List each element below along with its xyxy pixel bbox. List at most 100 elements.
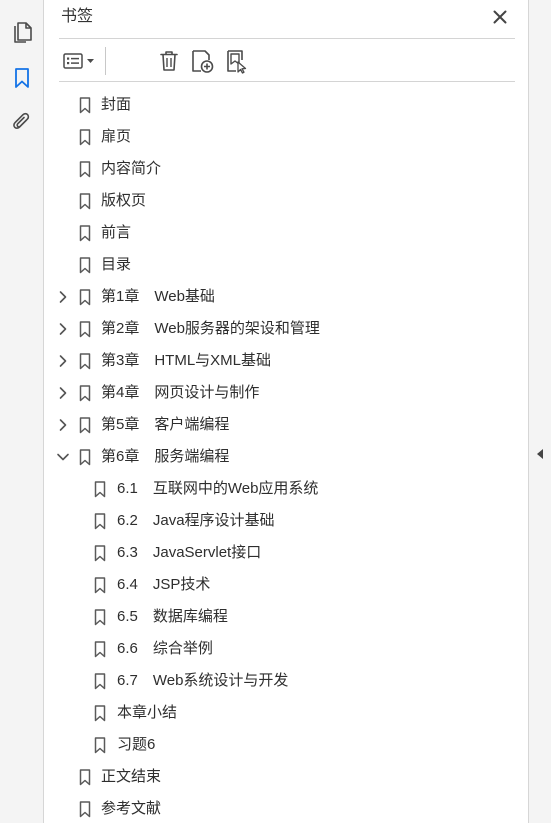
bookmark-item[interactable]: 封面	[45, 89, 528, 121]
bookmark-item[interactable]: 6.5 数据库编程	[45, 601, 528, 633]
bookmark-item[interactable]: 6.3 JavaServlet接口	[45, 537, 528, 569]
bookmark-label: 第4章 网页设计与制作	[101, 384, 260, 401]
expand-toggle[interactable]	[56, 418, 70, 432]
bookmark-item[interactable]: 正文结束	[45, 761, 528, 793]
bookmark-icon	[79, 801, 91, 818]
bookmark-item[interactable]: 6.2 Java程序设计基础	[45, 505, 528, 537]
bookmark-label: 第5章 客户端编程	[101, 416, 230, 433]
navigation-tool-strip	[0, 0, 44, 823]
toolbar-separator	[105, 47, 106, 75]
chevron-down-icon	[57, 453, 69, 461]
bookmark-item[interactable]: 前言	[45, 217, 528, 249]
bookmark-item[interactable]: 扉页	[45, 121, 528, 153]
close-icon	[493, 10, 507, 24]
bookmark-icon	[79, 129, 91, 146]
find-bookmark-icon	[227, 50, 247, 74]
paperclip-icon	[13, 112, 30, 129]
chevron-right-icon	[59, 387, 67, 399]
bookmark-icon	[79, 193, 91, 210]
bookmark-label: 6.2 Java程序设计基础	[117, 512, 275, 529]
bookmark-label: 6.1 互联网中的Web应用系统	[117, 480, 319, 497]
bookmark-label: 6.6 综合举例	[117, 640, 213, 657]
expand-toggle[interactable]	[56, 290, 70, 304]
bookmark-item[interactable]: 6.6 综合举例	[45, 633, 528, 665]
page-thumbnails-button[interactable]	[8, 17, 36, 45]
delete-bookmark-button[interactable]	[154, 46, 184, 76]
bookmark-icon	[94, 705, 106, 722]
bookmark-label: 目录	[101, 256, 132, 273]
bookmark-icon	[79, 353, 91, 370]
bookmark-icon	[94, 481, 106, 498]
bookmark-item[interactable]: 6.7 Web系统设计与开发	[45, 665, 528, 697]
bookmark-tree: 封面扉页内容简介版权页前言目录第1章 Web基础第2章 Web服务器的架设和管理…	[45, 89, 528, 825]
bookmark-label: 6.3 JavaServlet接口	[117, 544, 262, 561]
chevron-right-icon	[59, 323, 67, 335]
bookmark-icon	[15, 68, 29, 88]
panel-header: 书签	[45, 0, 528, 38]
bookmark-item[interactable]: 版权页	[45, 185, 528, 217]
bookmark-item[interactable]: 本章小结	[45, 697, 528, 729]
new-bookmark-icon	[192, 50, 214, 73]
close-panel-button[interactable]	[489, 6, 511, 28]
bookmark-icon	[79, 321, 91, 338]
bookmark-label: 参考文献	[101, 800, 162, 817]
bookmark-item[interactable]: 6.1 互联网中的Web应用系统	[45, 473, 528, 505]
bookmark-icon	[79, 161, 91, 178]
bookmark-item[interactable]: 6.4 JSP技术	[45, 569, 528, 601]
bookmark-icon	[94, 641, 106, 658]
toolbar-divider	[59, 81, 515, 82]
bookmark-label: 第2章 Web服务器的架设和管理	[101, 320, 320, 337]
bookmark-label: 内容简介	[101, 160, 162, 177]
bookmark-label: 6.7 Web系统设计与开发	[117, 672, 289, 689]
triangle-left-icon	[537, 449, 543, 459]
bookmark-label: 6.4 JSP技术	[117, 576, 211, 593]
bookmark-label: 第3章 HTML与XML基础	[101, 352, 272, 369]
bookmark-icon	[94, 513, 106, 530]
bookmark-label: 习题6	[117, 736, 156, 753]
bookmark-icon	[79, 257, 91, 274]
bookmark-item[interactable]: 第6章 服务端编程	[45, 441, 528, 473]
panel-title: 书签	[61, 8, 94, 25]
bookmark-item[interactable]: 第2章 Web服务器的架设和管理	[45, 313, 528, 345]
expand-toggle[interactable]	[56, 354, 70, 368]
expand-toggle[interactable]	[56, 322, 70, 336]
chevron-right-icon	[59, 419, 67, 431]
bookmark-item[interactable]: 第5章 客户端编程	[45, 409, 528, 441]
trash-icon	[160, 51, 178, 71]
bookmarks-panel: 书签 封面 扉页 内容简介 版权页 前言 目录 第1章 Web基础 第2章 We…	[45, 0, 528, 823]
options-menu-button[interactable]	[59, 46, 101, 76]
collapse-panel-button[interactable]	[534, 446, 546, 462]
bookmark-label: 第1章 Web基础	[101, 288, 215, 305]
bookmark-icon	[79, 769, 91, 786]
bookmark-item[interactable]: 第4章 网页设计与制作	[45, 377, 528, 409]
new-bookmark-button[interactable]	[187, 46, 217, 76]
bookmark-icon	[79, 417, 91, 434]
bookmark-item[interactable]: 第1章 Web基础	[45, 281, 528, 313]
chevron-right-icon	[59, 355, 67, 367]
find-current-bookmark-button[interactable]	[222, 46, 252, 76]
panel-splitter[interactable]	[528, 0, 551, 823]
bookmark-item[interactable]: 习题6	[45, 729, 528, 761]
bookmark-label: 第6章 服务端编程	[101, 448, 230, 465]
list-options-icon	[63, 53, 94, 69]
bookmark-item[interactable]: 内容简介	[45, 153, 528, 185]
collapse-toggle[interactable]	[56, 450, 70, 464]
bookmark-item[interactable]: 目录	[45, 249, 528, 281]
bookmark-label: 本章小结	[117, 704, 178, 721]
bookmarks-toolbar	[59, 44, 515, 78]
bookmark-label: 前言	[101, 224, 132, 241]
bookmark-icon	[79, 289, 91, 306]
bookmark-item[interactable]: 参考文献	[45, 793, 528, 825]
bookmark-icon	[79, 449, 91, 466]
pages-icon	[14, 22, 32, 43]
chevron-right-icon	[59, 291, 67, 303]
bookmark-icon	[94, 577, 106, 594]
bookmark-icon	[94, 673, 106, 690]
bookmark-label: 扉页	[101, 128, 132, 145]
attachments-button[interactable]	[8, 109, 36, 137]
bookmark-item[interactable]: 第3章 HTML与XML基础	[45, 345, 528, 377]
bookmark-icon	[79, 385, 91, 402]
bookmarks-panel-button[interactable]	[8, 64, 36, 92]
expand-toggle[interactable]	[56, 386, 70, 400]
bookmark-label: 版权页	[101, 192, 147, 209]
